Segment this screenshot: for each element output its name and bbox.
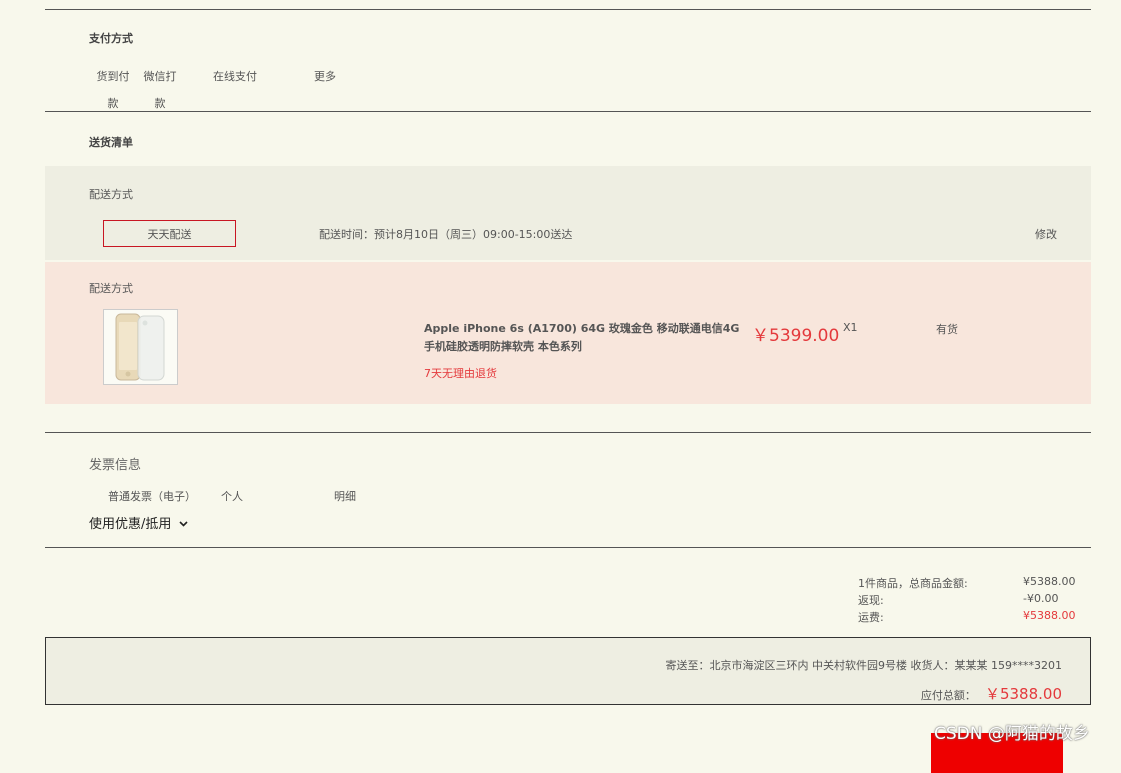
delivery-list-title: 送货清单 (89, 136, 133, 149)
payment-option-more[interactable]: 更多 (305, 63, 345, 90)
totals-row-label: 返现: (858, 594, 884, 607)
chevron-down-icon (178, 517, 188, 532)
delivery-method-label: 配送方式 (89, 188, 133, 201)
product-thumbnail[interactable] (103, 309, 178, 385)
product-stock: 有货 (936, 323, 958, 336)
payment-option-wechat[interactable]: 微信打款 (140, 63, 180, 117)
return-policy: 7天无理由退货 (424, 367, 497, 380)
invoice-type[interactable]: 普通发票（电子） (108, 488, 196, 504)
delivery-method-button[interactable]: 天天配送 (103, 220, 236, 247)
product-name[interactable]: Apple iPhone 6s (A1700) 64G 玫瑰金色 移动联通电信4… (424, 320, 750, 356)
product-quantity: X1 (843, 321, 858, 334)
payable-label: 应付总额： (920, 689, 976, 702)
order-summary-box: 寄送至：北京市海淀区三环内 中关村软件园9号楼 收货人：某某某 159****3… (45, 637, 1091, 705)
totals-row-label: 运费: (858, 611, 884, 624)
product-price: ￥5399.00 (752, 326, 840, 346)
edit-delivery-link[interactable]: 修改 (1035, 226, 1057, 242)
payment-option-wechat-label: 微信打款 (143, 70, 177, 110)
totals-row-value: -¥0.00 (1023, 592, 1059, 605)
payment-divider (45, 111, 1091, 112)
payable-total: 应付总额： ￥5388.00 (921, 683, 1062, 704)
totals-divider (45, 547, 1091, 548)
payment-option-cod-label: 货到付款 (96, 70, 130, 110)
invoice-title: 发票信息 (89, 458, 142, 473)
top-divider (45, 9, 1091, 10)
coupon-toggle-label: 使用优惠/抵用 (89, 517, 172, 532)
coupon-toggle[interactable]: 使用优惠/抵用 (89, 513, 188, 532)
payment-option-online[interactable]: 在线支付 (205, 63, 265, 90)
payment-title: 支付方式 (89, 32, 133, 45)
product-section-label: 配送方式 (89, 282, 133, 295)
totals-row-value: ¥5388.00 (1023, 609, 1076, 622)
shipping-address: 寄送至：北京市海淀区三环内 中关村软件园9号楼 收货人：某某某 159****3… (665, 659, 1062, 672)
totals-row-value: ¥5388.00 (1023, 575, 1076, 588)
payment-option-more-label: 更多 (314, 70, 336, 83)
payment-option-online-label: 在线支付 (213, 70, 257, 83)
payable-value: ￥5388.00 (984, 685, 1062, 703)
invoice-content[interactable]: 明细 (334, 488, 356, 504)
invoice-divider (45, 432, 1091, 433)
watermark: CSDN @阿猫的故乡 (934, 724, 1090, 744)
delivery-time: 配送时间：预计8月10日（周三）09:00-15:00送达 (319, 228, 573, 241)
payment-option-cod[interactable]: 货到付款 (93, 63, 133, 117)
phone-case-image-icon (115, 313, 165, 381)
totals-row-label: 1件商品，总商品金额: (858, 577, 968, 590)
invoice-holder[interactable]: 个人 (221, 488, 243, 504)
